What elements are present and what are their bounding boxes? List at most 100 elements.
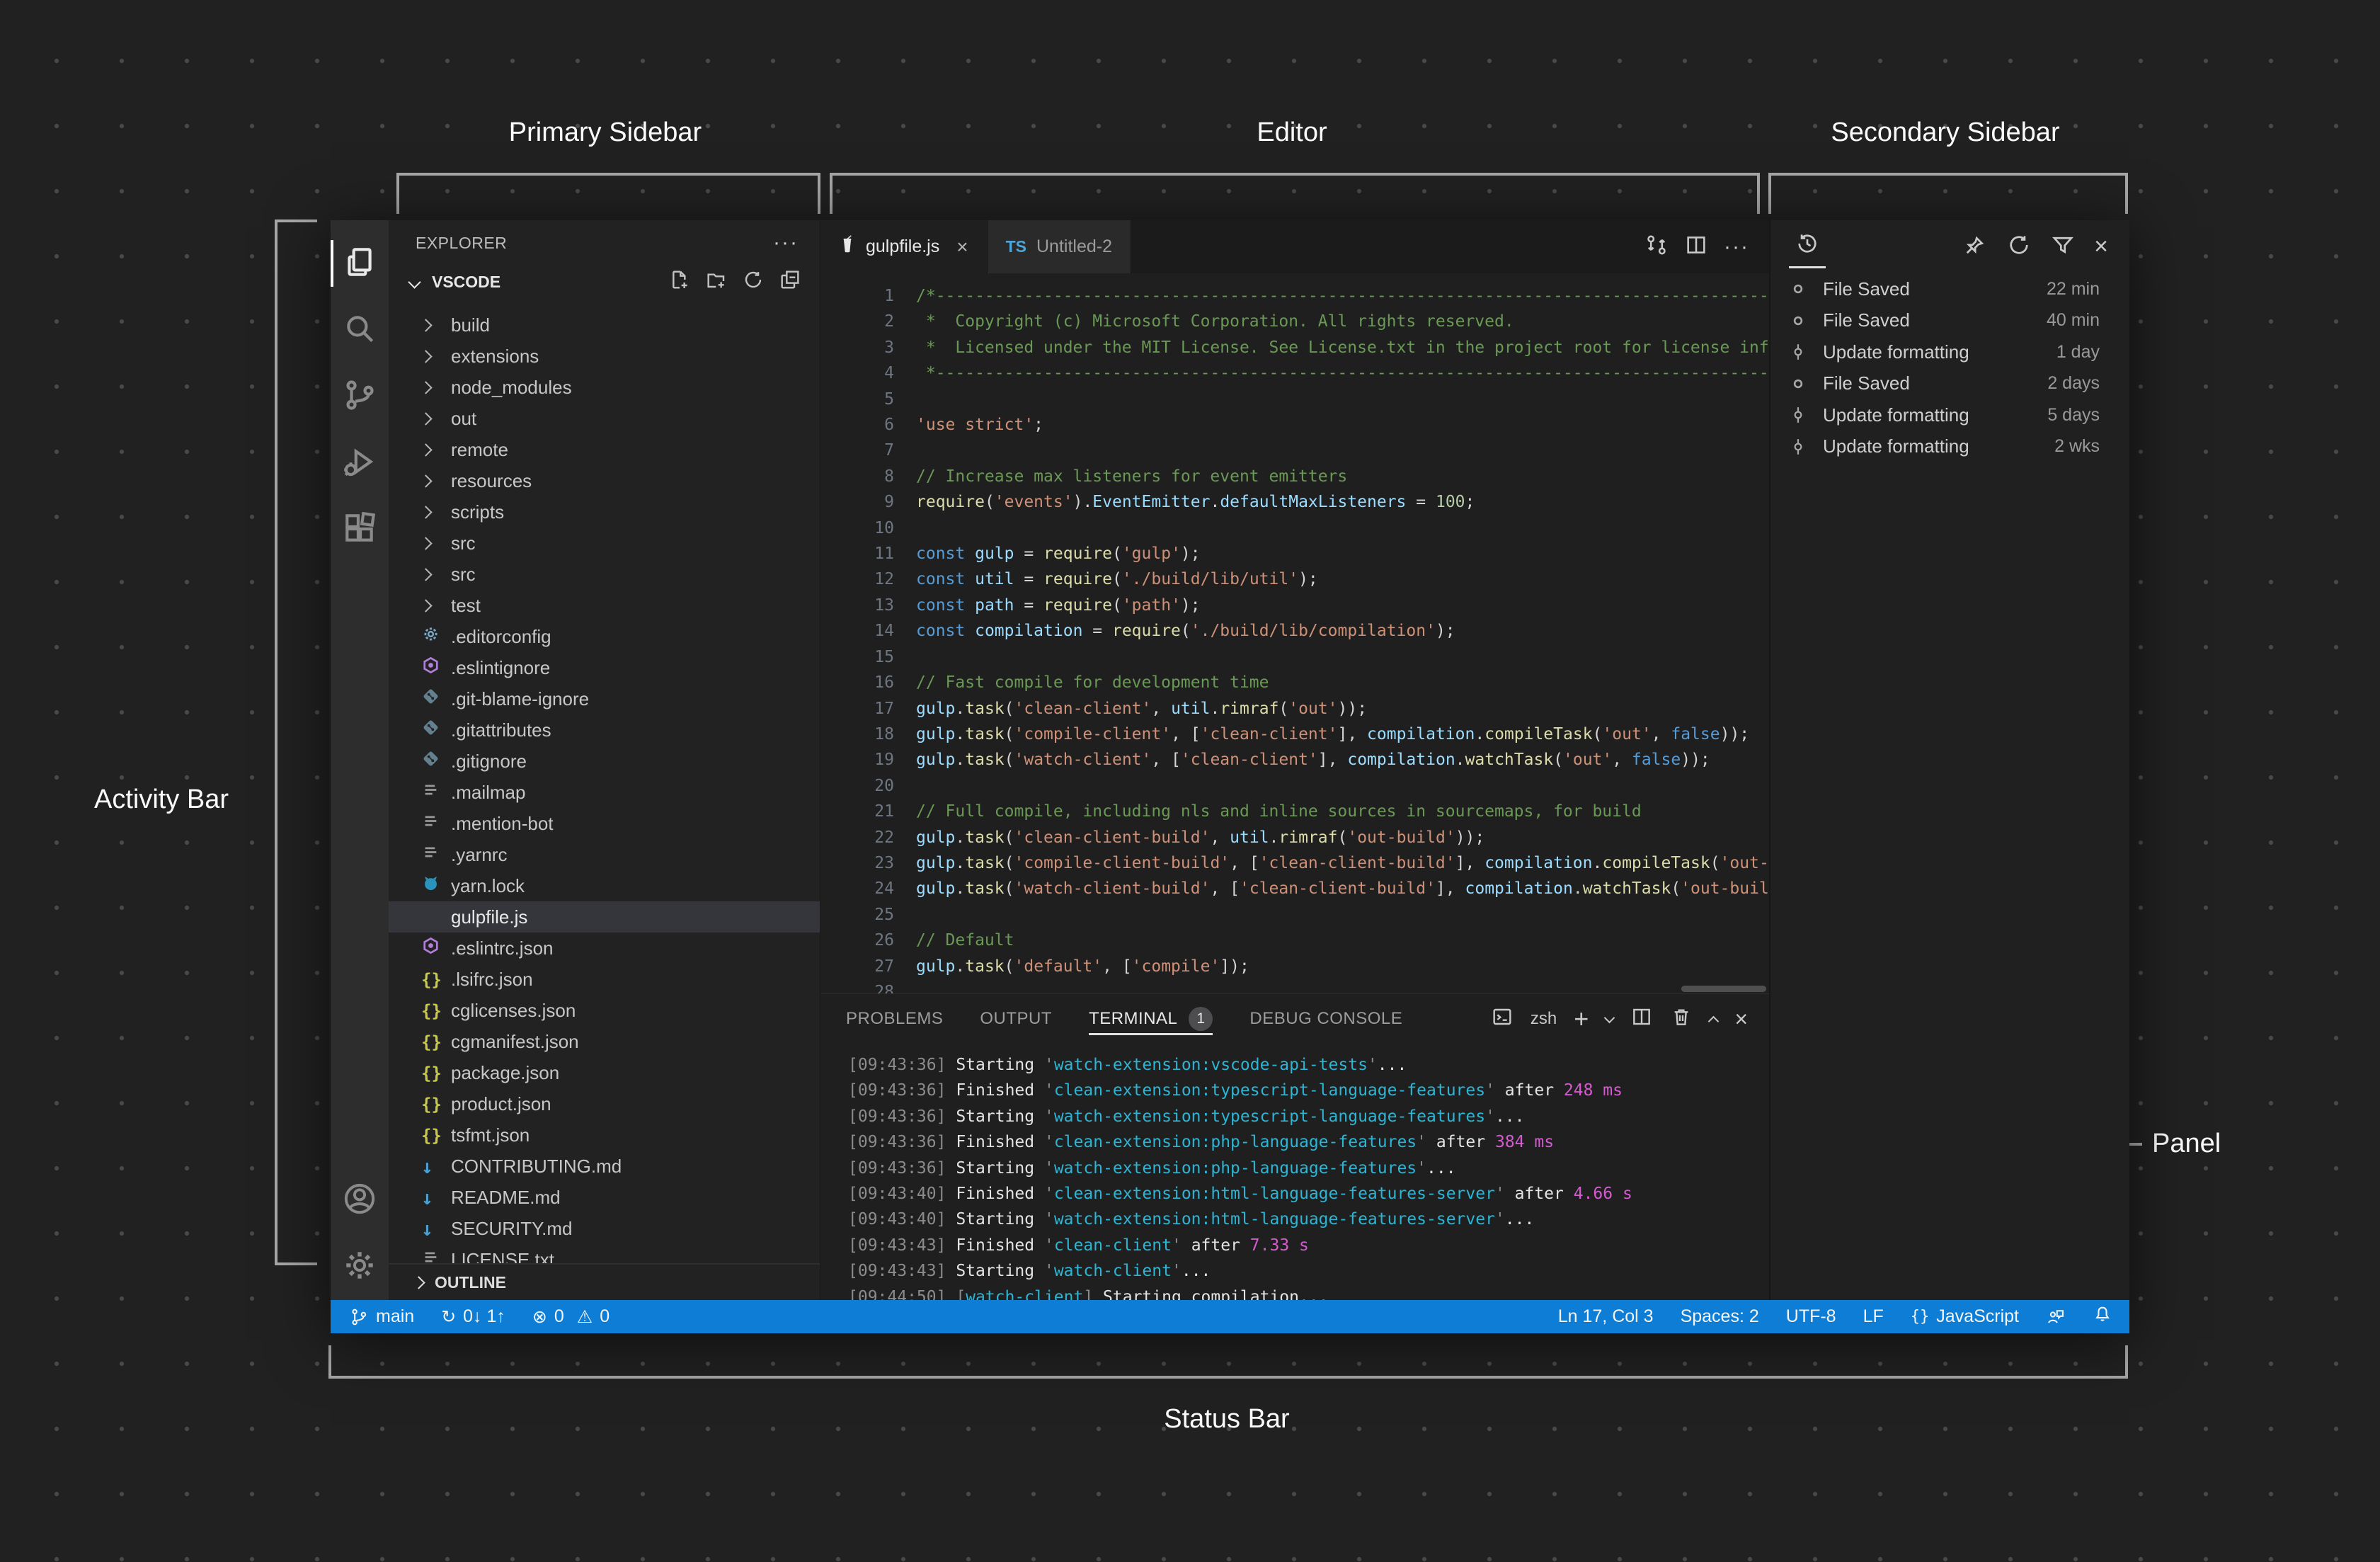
tree-item-.editorconfig[interactable]: .editorconfig [389,621,820,652]
timeline-item[interactable]: File Saved 2 days [1770,368,2129,400]
tree-item-CONTRIBUTING.md[interactable]: ↓ CONTRIBUTING.md [389,1151,820,1182]
code-line-28: 28 [874,982,894,993]
tree-item-extensions[interactable]: extensions [389,341,820,372]
account-icon [342,1181,377,1220]
tree-item-.lsifrc.json[interactable]: {} .lsifrc.json [389,964,820,995]
close-secondary-sidebar-icon[interactable]: × [2094,233,2108,261]
indentation[interactable]: Spaces: 2 [1681,1306,1759,1327]
tree-item-build[interactable]: build [389,309,820,341]
timeline-item[interactable]: Update formatting 1 day [1770,336,2129,368]
terminal-count-badge: 1 [1189,1007,1213,1031]
branch-indicator[interactable]: main [349,1306,414,1327]
activity-item-manage[interactable] [331,1233,389,1300]
notifications-bell-icon[interactable] [2093,1304,2112,1329]
tree-item-package.json[interactable]: {} package.json [389,1057,820,1088]
lines-icon [421,843,440,867]
activity-item-extensions[interactable] [331,496,389,563]
split-terminal-icon[interactable] [1630,1005,1653,1033]
tree-item-resources[interactable]: resources [389,465,820,496]
tree-item-.eslintrc.json[interactable]: .eslintrc.json [389,933,820,964]
kill-terminal-icon[interactable] [1670,1005,1693,1033]
tree-item-cglicenses.json[interactable]: {} cglicenses.json [389,995,820,1026]
status-bar: main ↻ 0↓ 1↑ ⊗ 0 ⚠ 0 Ln 17, Col 3 Spaces… [331,1300,2129,1333]
terminal-dropdown-icon[interactable] [1604,1012,1615,1023]
maximize-panel-icon[interactable] [1708,1015,1720,1027]
timeline-history-icon[interactable] [1787,227,1827,268]
save-icon [1789,312,1823,330]
tree-item-LICENSE.txt[interactable]: LICENSE.txt [389,1244,820,1265]
panel-tab-terminal[interactable]: TERMINAL 1 [1089,994,1213,1044]
close-panel-icon[interactable]: × [1734,1006,1748,1032]
activity-item-search[interactable] [331,297,389,363]
tree-item-scripts[interactable]: scripts [389,496,820,528]
tree-item-.yarnrc[interactable]: .yarnrc [389,839,820,870]
activity-item-run-debug[interactable] [331,430,389,496]
panel-tab-debug-console[interactable]: DEBUG CONSOLE [1249,994,1402,1044]
tree-item-test[interactable]: test [389,590,820,621]
tree-item-.gitattributes[interactable]: .gitattributes [389,714,820,746]
refresh-icon[interactable] [2006,232,2032,261]
tree-item-gulpfile.js[interactable]: gulpfile.js [389,901,820,941]
filter-icon[interactable] [2050,232,2076,261]
panel-tab-problems[interactable]: PROBLEMS [846,994,943,1044]
outline-section-header[interactable]: OUTLINE [389,1263,820,1300]
panel-tab-output[interactable]: OUTPUT [980,994,1052,1044]
git-icon [421,687,440,711]
tree-item-yarn.lock[interactable]: yarn.lock [389,870,820,901]
tree-item-src[interactable]: src [389,559,820,590]
shell-name[interactable]: zsh [1531,1009,1557,1029]
cursor-position[interactable]: Ln 17, Col 3 [1558,1306,1654,1327]
collapse-all-icon[interactable] [779,268,801,295]
tree-item-.eslintignore[interactable]: .eslintignore [389,652,820,683]
activity-item-explorer[interactable] [331,230,389,297]
tree-item-remote[interactable]: remote [389,434,820,465]
editor-tab-Untitled-2[interactable]: TS Untitled-2 [987,220,1131,273]
feedback-icon[interactable] [2046,1307,2066,1327]
tree-item-.gitignore[interactable]: .gitignore [389,746,820,777]
refresh-icon[interactable] [742,268,765,295]
explorer-section-header[interactable]: VSCODE [389,266,820,298]
secondary-sidebar-label: Secondary Sidebar [1831,118,2060,147]
open-changes-icon[interactable] [1644,233,1669,261]
timeline-item[interactable]: Update formatting 5 days [1770,399,2129,431]
primary-sidebar-label: Primary Sidebar [508,118,702,147]
tree-item-src[interactable]: src [389,528,820,559]
explorer-more-icon[interactable]: ··· [773,232,799,253]
sync-indicator[interactable]: ↻ 0↓ 1↑ [441,1306,505,1327]
activity-item-source-control[interactable] [331,363,389,430]
timeline-item[interactable]: File Saved 40 min [1770,305,2129,337]
git-icon [421,718,440,742]
tree-item-.mention-bot[interactable]: .mention-bot [389,808,820,839]
commit-icon [1789,343,1823,361]
tree-item-cgmanifest.json[interactable]: {} cgmanifest.json [389,1026,820,1057]
terminal-output[interactable]: [09:43:36] Starting 'watch-extension:vsc… [820,1044,1769,1300]
new-file-icon[interactable] [668,268,691,295]
activity-item-accounts[interactable] [331,1167,389,1233]
editor-horizontal-scrollbar[interactable] [1681,986,1766,992]
pin-icon[interactable] [1962,232,1988,261]
new-folder-icon[interactable] [705,268,728,295]
tree-item-SECURITY.md[interactable]: ↓ SECURITY.md [389,1213,820,1244]
tree-item-product.json[interactable]: {} product.json [389,1088,820,1119]
split-editor-icon[interactable] [1684,233,1708,261]
chevron-right-icon [419,598,433,612]
timeline-item[interactable]: Update formatting 2 wks [1770,431,2129,463]
extensions-icon [342,511,377,549]
tree-item-.git-blame-ignore[interactable]: .git-blame-ignore [389,683,820,714]
tree-item-README.md[interactable]: ↓ README.md [389,1182,820,1213]
editor-more-icon[interactable]: ··· [1724,236,1749,257]
timeline-item[interactable]: File Saved 22 min [1770,273,2129,305]
editor-tab-gulpfile.js[interactable]: gulpfile.js × [820,220,988,273]
code-editor[interactable]: 1/*-------------------------------------… [820,273,1769,993]
new-terminal-icon[interactable]: + [1574,1006,1589,1032]
encoding[interactable]: UTF-8 [1786,1306,1836,1327]
tree-item-tsfmt.json[interactable]: {} tsfmt.json [389,1119,820,1151]
eol-sequence[interactable]: LF [1863,1306,1884,1327]
close-tab-icon[interactable]: × [956,236,968,258]
tree-item-out[interactable]: out [389,403,820,434]
source-control-icon [342,377,377,416]
problems-indicator[interactable]: ⊗ 0 ⚠ 0 [532,1306,610,1327]
tree-item-.mailmap[interactable]: .mailmap [389,777,820,808]
language-mode[interactable]: {} JavaScript [1911,1306,2019,1327]
tree-item-node_modules[interactable]: node_modules [389,372,820,403]
